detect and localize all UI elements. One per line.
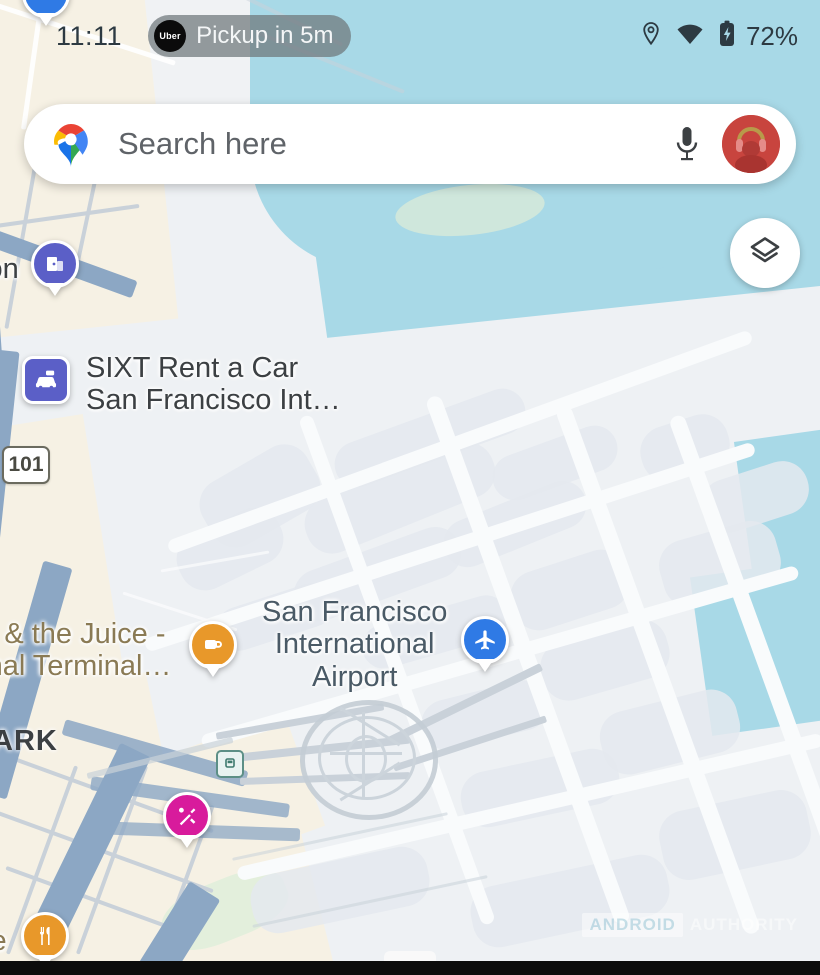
watermark-brand: ANDROID: [582, 913, 683, 937]
lodging-pin-icon: [30, 240, 79, 298]
phone-screen: 101 ARK tion: [0, 0, 820, 975]
car-rental-icon: [22, 356, 70, 404]
google-maps-pin-icon: [50, 120, 92, 168]
airport-pin-icon: [461, 615, 510, 674]
poi-label: SIXT Rent a Car San Francisco Int…: [86, 352, 341, 417]
map-layers-button[interactable]: [730, 218, 800, 288]
highway-shield-101[interactable]: 101: [2, 446, 50, 484]
battery-percent: 72%: [745, 20, 798, 51]
park-label: ARK: [0, 725, 58, 757]
poi-station-clipped[interactable]: tion: [0, 240, 79, 298]
poi-label: San Francisco International Airport: [262, 596, 448, 693]
account-avatar[interactable]: [722, 115, 780, 173]
tools-pin-icon: [163, 792, 211, 850]
bottom-system-bar: [0, 961, 820, 975]
poi-label: tion: [0, 252, 19, 285]
status-icons: 72%: [640, 20, 798, 53]
status-bar: 11:11 Uber Pickup in 5m 72%: [0, 0, 820, 72]
microphone-icon[interactable]: [664, 121, 710, 167]
search-input[interactable]: [116, 125, 664, 163]
poi-label: oe & the Juice - ional Terminal…: [0, 618, 172, 683]
loop-spoke: [330, 752, 402, 755]
location-pin-icon: [640, 21, 662, 52]
search-bar[interactable]: [24, 104, 796, 184]
wifi-icon: [676, 22, 704, 51]
home-indicator: [384, 951, 436, 961]
transit-station-icon[interactable]: [216, 750, 244, 778]
watermark-text: AUTHORITY: [689, 915, 798, 934]
poi-joe-and-the-juice[interactable]: oe & the Juice - ional Terminal…: [0, 618, 238, 683]
status-clock: 11:11: [56, 20, 123, 51]
cafe-pin-icon: [189, 621, 238, 679]
uber-notification-text: Pickup in 5m: [196, 22, 334, 49]
uber-notification-chip[interactable]: Uber Pickup in 5m: [148, 15, 352, 57]
watermark: ANDROID AUTHORITY: [582, 913, 798, 937]
poi-sixt-rent-a-car[interactable]: SIXT Rent a Car San Francisco Int…: [22, 352, 341, 417]
poi-service-tools[interactable]: [163, 792, 211, 850]
battery-charging-icon: [718, 20, 736, 53]
poi-sfo-airport[interactable]: San Francisco International Airport: [262, 596, 510, 693]
uber-logo-icon: Uber: [154, 20, 187, 52]
layers-icon: [746, 232, 784, 275]
poi-label: se: [0, 925, 7, 957]
